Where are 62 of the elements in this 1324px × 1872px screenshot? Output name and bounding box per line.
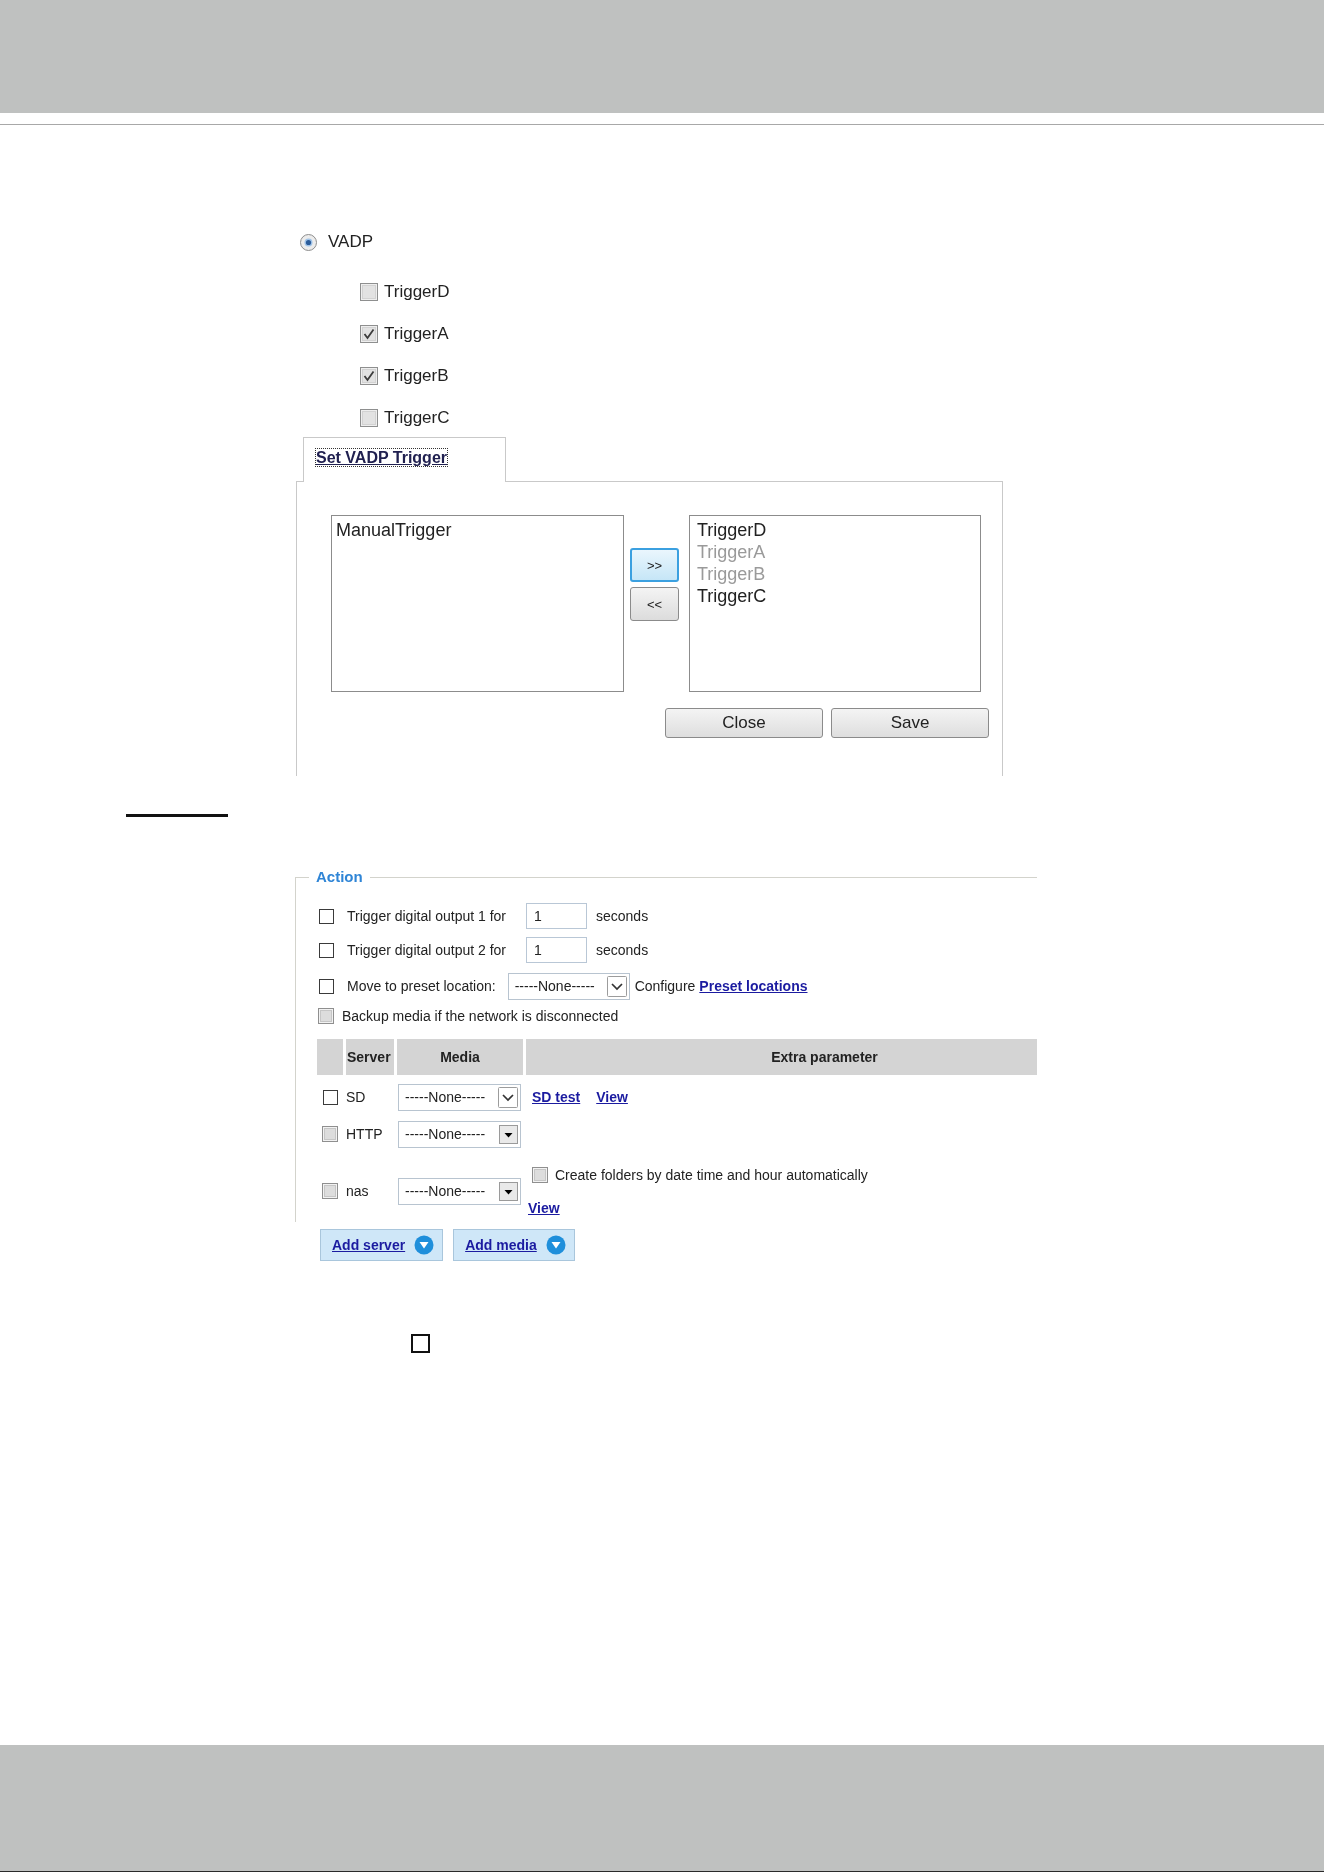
caret-down-icon (499, 1181, 518, 1201)
checkbox[interactable] (411, 1334, 430, 1353)
down-arrow-circle-icon (414, 1235, 435, 1255)
dropdown[interactable]: -----None----- (507, 972, 630, 1000)
list-item[interactable]: TriggerC (697, 585, 976, 607)
checkbox[interactable] (322, 1126, 338, 1142)
option-label: Trigger digital output 1 for (347, 908, 507, 924)
list-item[interactable]: ManualTrigger (336, 519, 619, 541)
option-label: Create folders by date time and hour automatically (555, 1167, 868, 1183)
checkbox[interactable] (360, 325, 378, 343)
dropdown[interactable]: -----None----- (398, 1120, 521, 1148)
link[interactable]: View (596, 1088, 628, 1106)
checkbox[interactable] (319, 942, 334, 958)
option-label: Backup media if the network is disconnected (342, 1008, 619, 1024)
checkbox[interactable] (360, 409, 378, 427)
checkbox[interactable] (360, 367, 378, 385)
seconds-field[interactable]: 1 (526, 937, 587, 963)
option-label: Trigger digital output 2 for (347, 942, 507, 958)
radio-button[interactable] (300, 233, 317, 251)
dialog-button[interactable]: Close (665, 708, 823, 738)
dropdown[interactable]: -----None----- (398, 1083, 521, 1111)
list-box[interactable]: ManualTrigger (331, 515, 624, 692)
server-name: SD (346, 1089, 366, 1105)
checkbox[interactable] (322, 1183, 338, 1199)
column-header: Server (346, 1039, 394, 1075)
chevron-down-icon (498, 1086, 518, 1108)
server-name: nas (346, 1183, 369, 1199)
checkbox[interactable] (318, 1008, 334, 1024)
checkbox-label: TriggerA (384, 324, 449, 344)
add-button[interactable]: Add server (320, 1229, 444, 1261)
tab[interactable]: Set VADP Trigger (303, 437, 506, 482)
down-arrow-circle-icon (545, 1235, 566, 1255)
checkbox-label: TriggerB (384, 366, 449, 386)
dropdown[interactable]: -----None----- (398, 1177, 521, 1205)
header-cell (317, 1039, 343, 1075)
dialog-button[interactable]: Save (831, 708, 989, 738)
preset-link[interactable]: Preset locations (699, 978, 808, 994)
server-name: HTTP (346, 1126, 383, 1142)
configure-label: Configure (634, 978, 696, 994)
checkbox[interactable] (319, 908, 334, 924)
checkbox[interactable] (360, 283, 378, 301)
column-header: Media (397, 1039, 523, 1075)
link[interactable]: SD test (532, 1088, 581, 1106)
caret-down-icon (499, 1124, 518, 1144)
move-button[interactable]: << (630, 587, 679, 621)
unit-label: seconds (596, 942, 649, 958)
section-title: Action (315, 868, 364, 886)
seconds-field[interactable]: 1 (526, 903, 587, 929)
add-button[interactable]: Add media (453, 1229, 575, 1261)
checkbox-label: TriggerD (384, 282, 450, 302)
checkbox-label: TriggerC (384, 408, 450, 428)
list-item[interactable]: TriggerD (697, 519, 976, 541)
link[interactable]: View (528, 1200, 560, 1217)
option-label: Move to preset location: (347, 978, 496, 994)
checkbox[interactable] (532, 1167, 548, 1183)
move-button[interactable]: >> (630, 548, 679, 582)
chevron-down-icon (606, 975, 627, 997)
unit-label: seconds (596, 908, 649, 924)
checkbox[interactable] (319, 978, 334, 994)
radio-label: VADP (328, 232, 374, 252)
checkbox[interactable] (322, 1089, 338, 1105)
column-header: Extra parameter (526, 1039, 1037, 1075)
